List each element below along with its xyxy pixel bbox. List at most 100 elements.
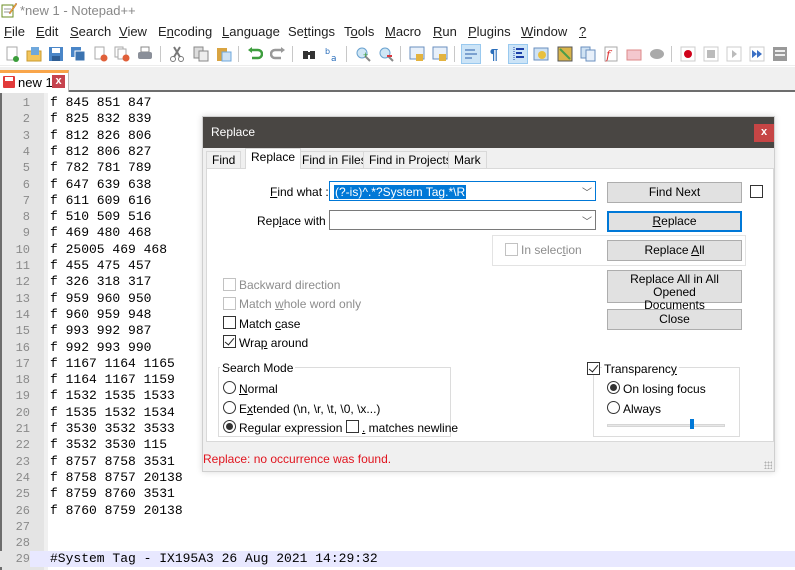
sync-vertical-icon[interactable] — [407, 44, 427, 64]
line-text[interactable]: f 812 826 806 — [50, 128, 151, 144]
menu-run[interactable]: Run — [433, 24, 457, 39]
run-macro-multiple-icon[interactable] — [747, 44, 767, 64]
line-text[interactable]: f 469 480 468 — [50, 225, 151, 241]
line-text[interactable]: f 960 959 948 — [50, 307, 151, 323]
folder-workspace-icon[interactable] — [624, 44, 644, 64]
line-text[interactable]: f 8760 8759 20138 — [50, 503, 183, 519]
find-next-option-checkbox[interactable] — [750, 185, 763, 198]
line-text[interactable]: f 8758 8757 20138 — [50, 470, 183, 486]
udl-icon[interactable] — [531, 44, 551, 64]
match-whole-word-checkbox[interactable] — [223, 297, 236, 310]
sync-horizontal-icon[interactable] — [430, 44, 450, 64]
menu-settings[interactable]: Settings — [288, 24, 335, 39]
stop-record-icon[interactable] — [701, 44, 721, 64]
print-icon[interactable] — [135, 44, 155, 64]
line-text[interactable]: f 1164 1167 1159 — [50, 372, 175, 388]
line-text[interactable]: f 992 993 990 — [50, 340, 151, 356]
find-what-value[interactable]: (?-is)^.*?System Tag.*\R — [334, 185, 467, 199]
show-all-chars-icon[interactable]: ¶ — [484, 44, 504, 64]
line-text[interactable]: f 3530 3532 3533 — [50, 421, 175, 437]
line-text[interactable]: f 993 992 987 — [50, 323, 151, 339]
line-text[interactable]: f 455 475 457 — [50, 258, 151, 274]
resize-grip[interactable] — [764, 461, 772, 469]
editor-line[interactable]: 25 f 8759 8760 3531 — [0, 486, 795, 502]
normal-mode-radio[interactable] — [223, 381, 236, 394]
dot-matches-newline-checkbox[interactable] — [346, 420, 359, 433]
menu-edit[interactable]: Edit — [36, 24, 58, 39]
tab-close-icon[interactable]: x — [52, 75, 65, 88]
match-case-checkbox[interactable] — [223, 316, 236, 329]
chevron-down-icon[interactable]: ﹀ — [582, 184, 592, 199]
menu-language[interactable]: Language — [222, 24, 280, 39]
line-text[interactable]: f 1532 1535 1533 — [50, 388, 175, 404]
close-all-icon[interactable] — [112, 44, 132, 64]
replace-button[interactable]: Replace — [607, 211, 742, 232]
zoom-in-icon[interactable]: + — [353, 44, 373, 64]
open-file-icon[interactable] — [24, 44, 44, 64]
menu-plugins[interactable]: Plugins — [468, 24, 511, 39]
transparency-checkbox[interactable] — [587, 362, 600, 375]
regex-mode-radio[interactable] — [223, 420, 236, 433]
word-wrap-icon[interactable] — [461, 44, 481, 64]
tab-find-in-files[interactable]: Find in Files — [296, 151, 373, 169]
line-text[interactable]: f 1167 1164 1165 — [50, 356, 175, 372]
line-text[interactable]: f 611 609 616 — [50, 193, 151, 209]
play-macro-icon[interactable] — [724, 44, 744, 64]
line-text[interactable]: f 825 832 839 — [50, 111, 151, 127]
menu-encoding[interactable]: Encoding — [158, 24, 212, 39]
line-text[interactable]: f 3532 3530 115 — [50, 437, 167, 453]
find-icon[interactable] — [299, 44, 319, 64]
save-macro-icon[interactable] — [770, 44, 790, 64]
line-text[interactable]: f 8759 8760 3531 — [50, 486, 175, 502]
always-radio[interactable] — [607, 401, 620, 414]
menu-file[interactable]: File — [4, 24, 25, 39]
zoom-out-icon[interactable] — [376, 44, 396, 64]
line-text[interactable]: f 326 318 317 — [50, 274, 151, 290]
tab-find[interactable]: Find — [206, 151, 242, 169]
redo-icon[interactable] — [268, 44, 288, 64]
menu-tools[interactable]: Tools — [344, 24, 374, 39]
transparency-slider-track[interactable] — [607, 424, 725, 427]
close-button[interactable]: Close — [607, 309, 742, 330]
save-icon[interactable] — [46, 44, 66, 64]
transparency-slider-thumb[interactable] — [689, 419, 694, 429]
dialog-title-bar[interactable]: Replace x — [203, 117, 774, 148]
line-text[interactable]: f 647 639 638 — [50, 177, 151, 193]
line-text[interactable]: f 8757 8758 3531 — [50, 454, 175, 470]
extended-mode-radio[interactable] — [223, 401, 236, 414]
on-losing-focus-radio[interactable] — [607, 381, 620, 394]
editor-line[interactable]: 24 f 8758 8757 20138 — [0, 470, 795, 486]
new-file-icon[interactable] — [2, 44, 22, 64]
monitoring-icon[interactable] — [647, 44, 667, 64]
line-text[interactable]: f 845 851 847 — [50, 95, 151, 111]
doc-list-icon[interactable] — [578, 44, 598, 64]
menu-window[interactable]: Window — [521, 24, 567, 39]
chevron-down-icon[interactable]: ﹀ — [582, 213, 592, 228]
tab-mark[interactable]: Mark — [448, 151, 487, 169]
find-what-combobox[interactable]: (?-is)^.*?System Tag.*\R ﹀ — [329, 181, 596, 201]
editor-line[interactable]: 29 #System Tag - IX195A3 26 Aug 2021 14:2… — [0, 551, 795, 568]
editor-line[interactable]: 28 — [0, 535, 795, 551]
line-text[interactable]: #System Tag - IX195A3 26 Aug 2021 14:29:… — [50, 551, 378, 567]
line-text[interactable]: f 959 960 950 — [50, 291, 151, 307]
wrap-around-checkbox[interactable] — [223, 335, 236, 348]
replace-all-in-opened-docs-button[interactable]: Replace All in All Opened Documents — [607, 270, 742, 312]
line-text[interactable]: f 510 509 516 — [50, 209, 151, 225]
tab-new-1[interactable]: new 1 x — [0, 70, 69, 92]
replace-icon[interactable]: ba — [322, 44, 342, 64]
line-text[interactable]: f 782 781 789 — [50, 160, 151, 176]
menu-search[interactable]: Search — [70, 24, 111, 39]
close-icon[interactable] — [90, 44, 110, 64]
menu-macro[interactable]: Macro — [385, 24, 421, 39]
cut-icon[interactable] — [167, 44, 187, 64]
editor-line[interactable]: 26 f 8760 8759 20138 — [0, 503, 795, 519]
editor-line[interactable]: 1 f 845 851 847 — [0, 95, 795, 111]
in-selection-checkbox[interactable] — [505, 243, 518, 256]
line-text[interactable]: f 25005 469 468 — [50, 242, 167, 258]
editor-line[interactable]: 27 — [0, 519, 795, 535]
find-next-button[interactable]: Find Next — [607, 182, 742, 203]
line-text[interactable]: f 1535 1532 1534 — [50, 405, 175, 421]
dialog-close-button[interactable]: x — [754, 124, 774, 142]
tab-replace[interactable]: Replace — [245, 148, 302, 169]
replace-all-button[interactable]: Replace All — [607, 240, 742, 261]
